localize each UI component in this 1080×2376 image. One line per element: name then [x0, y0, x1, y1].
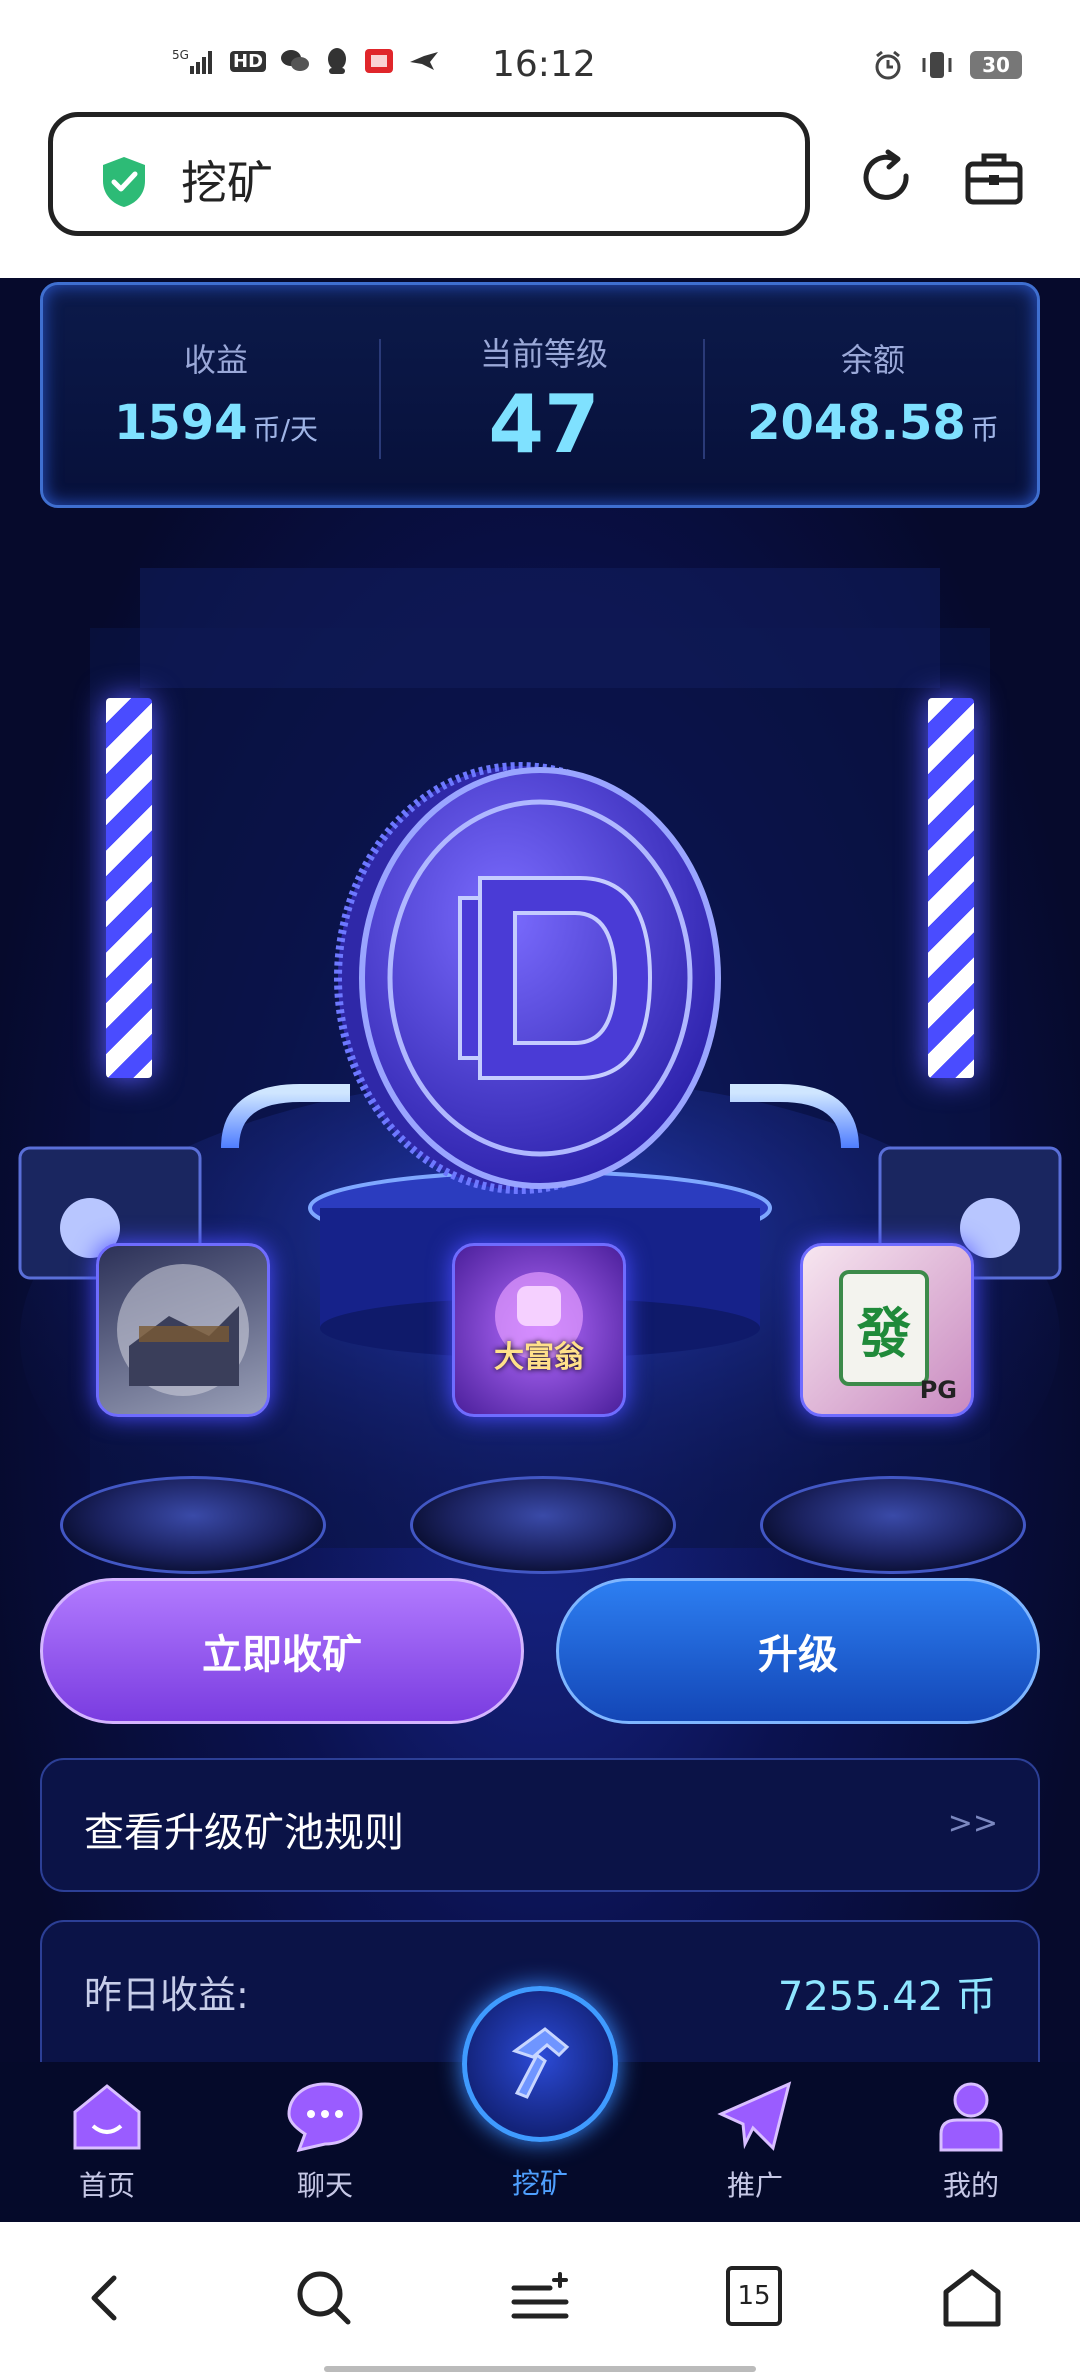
home-icon	[73, 2084, 141, 2150]
level-value: 47	[488, 378, 600, 471]
vibrate-icon	[922, 52, 952, 78]
balance-stat: 余额 2048.58 币	[703, 285, 1043, 505]
game-tile-3[interactable]: 發 PG	[800, 1243, 974, 1417]
nav-mine-label: 我的	[942, 2169, 999, 2202]
hammer-icon	[511, 2027, 570, 2099]
toolbox-icon[interactable]	[962, 146, 1026, 210]
nav-mining[interactable]	[462, 1986, 618, 2142]
mining-page: 收益 1594 币/天 当前等级 47 余额 2048.58 币 大富翁 發 P…	[0, 278, 1080, 2222]
status-time: 16:12	[492, 44, 596, 85]
hd-icon: HD	[230, 46, 267, 76]
coin-icon	[334, 762, 721, 1194]
address-bar[interactable]: 挖矿	[48, 112, 810, 236]
stats-divider	[379, 339, 381, 459]
browser-toolbar: 挖矿	[0, 110, 1080, 278]
bottom-nav: 首页 聊天 挖矿 推广 我的	[0, 1986, 1080, 2222]
collect-button[interactable]: 立即收矿	[40, 1578, 524, 1724]
rules-label: 查看升级矿池规则	[84, 1810, 404, 1856]
status-icons: 5G HD	[172, 46, 442, 76]
security-shield-icon	[103, 157, 145, 207]
light-pillar-left	[106, 698, 152, 1078]
nav-chat[interactable]: 聊天	[250, 2078, 400, 2204]
mining-scene: 大富翁 發 PG	[0, 508, 1080, 1658]
upgrade-rules-link[interactable]: 查看升级矿池规则 >>	[40, 1758, 1040, 1892]
level-stat: 当前等级 47	[389, 285, 699, 505]
battery-level: 30	[982, 53, 1010, 77]
nav-mine[interactable]: 我的	[896, 2078, 1046, 2204]
pedestal-left	[60, 1476, 326, 1574]
nav-promo-label: 推广	[726, 2169, 783, 2202]
qq-icon	[324, 46, 350, 76]
refresh-icon[interactable]	[856, 146, 920, 210]
network-label: 5G	[172, 48, 189, 62]
nav-home-label: 首页	[78, 2169, 135, 2202]
bird-icon	[408, 46, 442, 76]
page-title: 挖矿	[181, 156, 273, 210]
browser-bottom-bar: 15	[0, 2222, 1080, 2376]
game-2-icon	[495, 1272, 583, 1360]
game-3-tile: 發	[839, 1270, 929, 1386]
income-stat: 收益 1594 币/天	[43, 285, 389, 505]
signal-icon: 5G	[172, 46, 216, 76]
level-label: 当前等级	[479, 335, 608, 373]
battery-icon: 30	[970, 51, 1022, 79]
stats-card: 收益 1594 币/天 当前等级 47 余额 2048.58 币	[40, 282, 1040, 508]
light-pillar-right	[928, 698, 974, 1078]
status-right-icons: 30	[872, 48, 1022, 82]
back-icon[interactable]	[74, 2266, 138, 2330]
tabs-count: 15	[737, 2281, 771, 2311]
status-bar: 5G HD 16:12 30	[0, 0, 1080, 110]
upgrade-button[interactable]: 升级	[556, 1578, 1040, 1724]
balance-label: 余额	[840, 341, 905, 379]
game-tile-2[interactable]: 大富翁	[452, 1243, 626, 1417]
wechat-icon	[280, 46, 310, 76]
chat-icon	[287, 2082, 363, 2153]
user-icon	[939, 2082, 1003, 2152]
pedestal-right	[760, 1476, 1026, 1574]
pedestal-center	[410, 1476, 676, 1574]
game-tile-1[interactable]	[96, 1243, 270, 1417]
home-indicator	[324, 2366, 756, 2372]
game-3-badge: PG	[919, 1376, 957, 1404]
balance-unit: 币	[970, 413, 999, 446]
search-icon[interactable]	[292, 2266, 356, 2330]
income-unit: 币/天	[252, 413, 319, 446]
hd-label: HD	[230, 50, 267, 72]
alarm-icon	[875, 50, 901, 80]
yesterday-income-value: 7255.42 币	[777, 1974, 996, 2020]
income-value: 1594	[113, 395, 248, 451]
tabs-button[interactable]: 15	[726, 2266, 782, 2326]
rules-arrow-icon: >>	[947, 1806, 998, 1841]
home-page-icon[interactable]	[940, 2266, 1004, 2330]
income-label: 收益	[183, 341, 248, 379]
game-2-title: 大富翁	[494, 1340, 584, 1375]
nav-chat-label: 聊天	[296, 2169, 353, 2202]
paper-plane-icon	[717, 2081, 792, 2151]
yesterday-income-label: 昨日收益:	[84, 1973, 249, 2017]
menu-icon[interactable]	[508, 2266, 572, 2330]
nav-mining-label: 挖矿	[511, 2167, 568, 2200]
nav-home[interactable]: 首页	[32, 2078, 182, 2204]
red-app-icon	[364, 46, 394, 76]
game-1-icon	[117, 1264, 249, 1396]
nav-promo[interactable]: 推广	[680, 2078, 830, 2204]
balance-value: 2048.58	[747, 395, 966, 451]
